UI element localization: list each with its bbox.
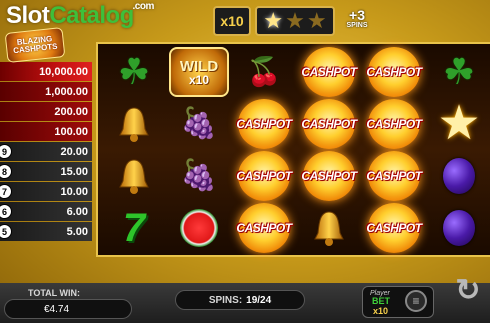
cashpot-symbol: CASHPOT — [366, 99, 422, 149]
total-win-value: €4.74 — [44, 304, 70, 315]
cashpot-symbol: CASHPOT — [301, 151, 357, 201]
cashpot-symbol: CASHPOT — [236, 203, 292, 253]
stars-progress: ★ ★ ★ — [255, 6, 335, 36]
paytable-value: 10.00 — [60, 185, 88, 198]
paytable-row: 6 6.00 — [0, 202, 92, 221]
reel-cell: CASHPOT — [232, 202, 296, 254]
cashpot-symbol: CASHPOT — [236, 99, 292, 149]
reel-cell: ☘ — [102, 46, 166, 98]
spin-arrow-icon: ↻ — [455, 273, 481, 307]
paytable-row: 100.00 — [0, 122, 92, 141]
multiplier-badge: x10 — [213, 6, 251, 36]
symbol-count-badge: 6 — [0, 204, 12, 219]
plum-symbol — [443, 210, 475, 246]
spins-counter: SPINS: 19/24 — [175, 290, 305, 310]
paytable-row: 10,000.00 — [0, 62, 92, 81]
reel-cell — [167, 202, 231, 254]
reel-4: CASHPOT CASHPOT CASHPOT — [297, 44, 361, 255]
reel-cell: CASHPOT — [362, 46, 426, 98]
grapes-symbol: 🍇 — [180, 159, 218, 192]
reel-cell — [297, 202, 361, 254]
symbol-count-badge: 7 — [0, 184, 12, 199]
reel-cell: CASHPOT — [297, 150, 361, 202]
paytable-value: 100.00 — [54, 125, 88, 138]
paytable-row: 7 10.00 — [0, 182, 92, 201]
reel-cell — [427, 202, 490, 254]
clover-symbol: ☘ — [117, 51, 151, 92]
grapes-symbol: 🍇 — [180, 107, 218, 140]
reel-2: WILD x10 🍇 🍇 — [167, 44, 231, 255]
reel-5: CASHPOT CASHPOT CASHPOT CASHPOT — [362, 44, 426, 255]
clover-symbol: ☘ — [442, 51, 476, 92]
paytable-value: 20.00 — [60, 145, 88, 158]
reel-cell: ☘ — [427, 46, 490, 98]
symbol-count-badge: 8 — [0, 164, 12, 179]
seven-symbol: 7 — [122, 206, 146, 250]
watermelon-symbol — [180, 209, 218, 247]
reel-cell: CASHPOT — [362, 150, 426, 202]
spins-label: SPINS: — [208, 294, 243, 306]
cashpot-symbol: CASHPOT — [301, 99, 357, 149]
spin-button[interactable]: ↻ — [446, 268, 490, 312]
bet-label: BET — [372, 296, 390, 306]
reel-cell: 7 — [102, 202, 166, 254]
paytable-value: 1,000.00 — [45, 85, 88, 98]
cashpot-symbol: CASHPOT — [236, 151, 292, 201]
bell-symbol — [117, 157, 151, 195]
paytable: 10,000.00 1,000.00 200.00 100.00 9 20.00 8 15.0… — [0, 62, 92, 242]
reel-cell: CASHPOT — [232, 98, 296, 150]
wild-symbol: WILD x10 — [169, 47, 229, 97]
star-icon: ★ — [285, 8, 305, 33]
plum-symbol — [443, 158, 475, 194]
paytable-value: 200.00 — [54, 105, 88, 118]
reel-cell: CASHPOT — [362, 98, 426, 150]
reel-cell: CASHPOT — [297, 98, 361, 150]
coin-stack-icon[interactable]: ≡ — [405, 290, 427, 312]
reel-cell — [427, 150, 490, 202]
paytable-row: 8 15.00 — [0, 162, 92, 181]
reel-cell: ★ — [427, 98, 490, 150]
reel-1: ☘ 7 — [102, 44, 166, 255]
reel-6: ☘ ★ — [427, 44, 490, 255]
reel-cell — [102, 150, 166, 202]
cashpot-symbol: CASHPOT — [366, 203, 422, 253]
slotcatalog-watermark: SlotCatalog .com — [6, 1, 154, 29]
reel-cell: 🍇 — [167, 150, 231, 202]
reel-cell: 🍒 — [232, 46, 296, 98]
paytable-row: 9 20.00 — [0, 142, 92, 161]
symbol-count-badge: 9 — [0, 144, 12, 159]
reel-cell: CASHPOT — [232, 150, 296, 202]
symbol-count-badge: 5 — [0, 224, 12, 239]
reel-grid: ☘ 7 WILD x10 🍇 🍇 🍒 CASHPOT CASHPOT CASHPOT CASHPOT… — [96, 42, 490, 257]
cashpot-symbol: CASHPOT — [366, 151, 422, 201]
bet-multiplier: x10 — [373, 306, 389, 316]
paytable-row: 5 5.00 — [0, 222, 92, 241]
reel-cell: CASHPOT — [297, 46, 361, 98]
game-logo: BLAZING CASHPOTS — [4, 27, 66, 63]
cashpot-symbol: CASHPOT — [366, 47, 422, 97]
spins-value: 19/24 — [246, 294, 272, 306]
extra-spins-indicator: +3 SPINS — [346, 7, 368, 29]
bell-symbol — [312, 209, 346, 247]
paytable-value: 10,000.00 — [39, 65, 88, 78]
cashpot-symbol: CASHPOT — [301, 47, 357, 97]
paytable-value: 6.00 — [66, 205, 88, 218]
cherries-symbol: 🍒 — [246, 56, 282, 87]
reel-cell: WILD x10 — [167, 46, 231, 98]
reel-cell: 🍇 — [167, 98, 231, 150]
total-win-label: TOTAL WIN: — [28, 288, 80, 298]
paytable-value: 15.00 — [60, 165, 88, 178]
paytable-row: 1,000.00 — [0, 82, 92, 101]
paytable-row: 200.00 — [0, 102, 92, 121]
reel-cell — [102, 98, 166, 150]
paytable-value: 5.00 — [66, 225, 88, 238]
bell-symbol — [117, 105, 151, 143]
star-icon: ★ — [306, 8, 327, 33]
star-icon: ★ — [263, 8, 284, 33]
star-symbol: ★ — [437, 97, 481, 150]
reel-3: 🍒 CASHPOT CASHPOT CASHPOT — [232, 44, 296, 255]
reel-cell: CASHPOT — [362, 202, 426, 254]
